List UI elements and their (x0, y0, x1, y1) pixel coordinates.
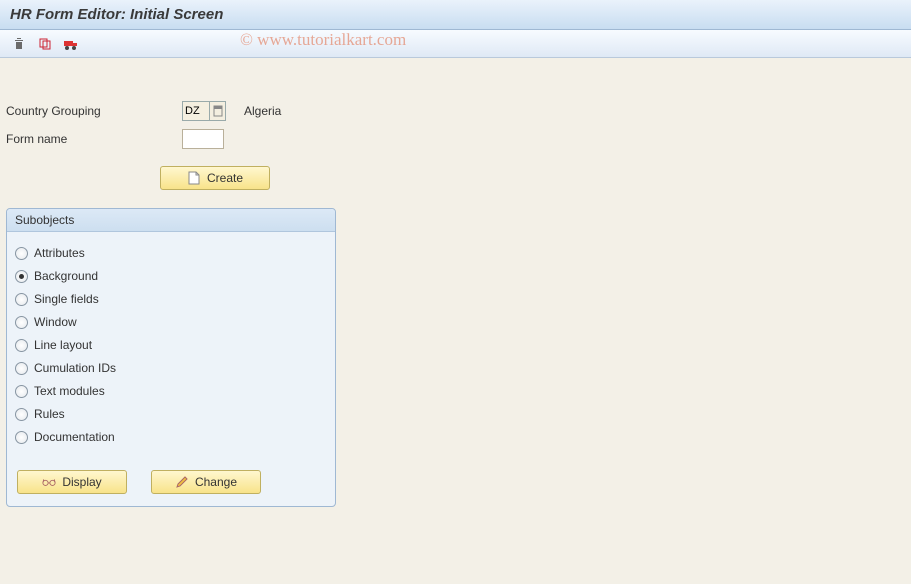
copy-icon[interactable] (36, 35, 54, 53)
toolbar (0, 30, 911, 58)
radio-option[interactable]: Cumulation IDs (15, 358, 327, 378)
radio-option[interactable]: Window (15, 312, 327, 332)
radio-icon (15, 247, 28, 260)
subobjects-panel: Subobjects Attributes Background Single fi… (6, 208, 336, 507)
radio-label: Rules (34, 407, 65, 421)
form-name-input[interactable] (182, 129, 224, 149)
radio-label: Text modules (34, 384, 105, 398)
subobjects-panel-title: Subobjects (7, 209, 335, 232)
radio-label: Line layout (34, 338, 92, 352)
form-name-row: Form name (6, 128, 905, 150)
radio-option[interactable]: Single fields (15, 289, 327, 309)
radio-label: Window (34, 315, 77, 329)
radio-option[interactable]: Attributes (15, 243, 327, 263)
country-grouping-row: Country Grouping Algeria (6, 100, 905, 122)
radio-icon (15, 408, 28, 421)
radio-label: Cumulation IDs (34, 361, 116, 375)
transport-icon[interactable] (62, 35, 80, 53)
glasses-icon (42, 475, 56, 489)
create-button-label: Create (207, 171, 243, 185)
radio-label: Documentation (34, 430, 115, 444)
radio-icon (15, 385, 28, 398)
page-icon (187, 171, 201, 185)
radio-option[interactable]: Line layout (15, 335, 327, 355)
radio-option[interactable]: Background (15, 266, 327, 286)
window-title: HR Form Editor: Initial Screen (0, 0, 911, 30)
radio-icon (15, 316, 28, 329)
radio-option[interactable]: Rules (15, 404, 327, 424)
country-grouping-text: Algeria (244, 104, 281, 118)
country-grouping-input[interactable] (182, 101, 210, 121)
form-name-label: Form name (6, 132, 182, 146)
display-button-label: Display (62, 475, 101, 489)
display-button[interactable]: Display (17, 470, 127, 494)
change-button-label: Change (195, 475, 237, 489)
radio-icon (15, 270, 28, 283)
radio-icon (15, 431, 28, 444)
radio-option[interactable]: Text modules (15, 381, 327, 401)
delete-icon[interactable] (10, 35, 28, 53)
radio-icon (15, 339, 28, 352)
radio-label: Single fields (34, 292, 99, 306)
f4-help-icon[interactable] (210, 101, 226, 121)
create-button[interactable]: Create (160, 166, 270, 190)
change-button[interactable]: Change (151, 470, 261, 494)
pencil-icon (175, 475, 189, 489)
radio-label: Background (34, 269, 98, 283)
radio-option[interactable]: Documentation (15, 427, 327, 447)
radio-label: Attributes (34, 246, 85, 260)
radio-icon (15, 293, 28, 306)
radio-icon (15, 362, 28, 375)
country-grouping-label: Country Grouping (6, 104, 182, 118)
